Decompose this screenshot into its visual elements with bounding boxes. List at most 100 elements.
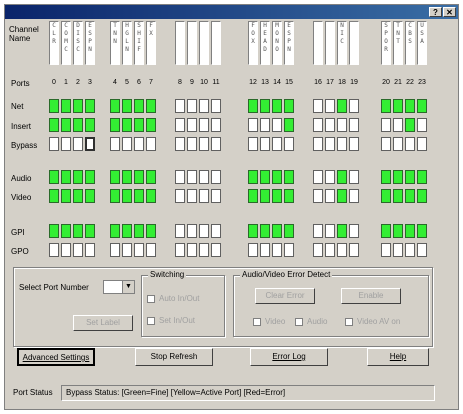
audio-indicator[interactable] bbox=[187, 170, 197, 184]
bypass-indicator[interactable] bbox=[199, 137, 209, 151]
advanced-settings-button[interactable]: Advanced Settings bbox=[17, 348, 95, 366]
gpo-indicator[interactable] bbox=[381, 243, 391, 257]
gpo-indicator[interactable] bbox=[337, 243, 347, 257]
gpi-indicator[interactable] bbox=[61, 224, 71, 238]
insert-indicator[interactable] bbox=[85, 118, 95, 132]
gpi-indicator[interactable] bbox=[122, 224, 132, 238]
gpo-indicator[interactable] bbox=[175, 243, 185, 257]
insert-indicator[interactable] bbox=[325, 118, 335, 132]
video-indicator[interactable] bbox=[260, 189, 270, 203]
audio-indicator[interactable] bbox=[199, 170, 209, 184]
gpo-indicator[interactable] bbox=[405, 243, 415, 257]
net-indicator[interactable] bbox=[211, 99, 221, 113]
net-indicator[interactable] bbox=[405, 99, 415, 113]
insert-indicator[interactable] bbox=[260, 118, 270, 132]
insert-indicator[interactable] bbox=[417, 118, 427, 132]
gpo-indicator[interactable] bbox=[211, 243, 221, 257]
insert-indicator[interactable] bbox=[146, 118, 156, 132]
insert-indicator[interactable] bbox=[337, 118, 347, 132]
audio-indicator[interactable] bbox=[417, 170, 427, 184]
chevron-down-icon[interactable]: ▼ bbox=[122, 281, 134, 293]
gpo-indicator[interactable] bbox=[134, 243, 144, 257]
bypass-indicator[interactable] bbox=[325, 137, 335, 151]
video-indicator[interactable] bbox=[110, 189, 120, 203]
gpi-indicator[interactable] bbox=[417, 224, 427, 238]
net-indicator[interactable] bbox=[199, 99, 209, 113]
audio-indicator[interactable] bbox=[175, 170, 185, 184]
video-indicator[interactable] bbox=[146, 189, 156, 203]
insert-indicator[interactable] bbox=[405, 118, 415, 132]
gpo-indicator[interactable] bbox=[73, 243, 83, 257]
bypass-indicator[interactable] bbox=[122, 137, 132, 151]
bypass-indicator[interactable] bbox=[272, 137, 282, 151]
video-indicator[interactable] bbox=[284, 189, 294, 203]
insert-indicator[interactable] bbox=[284, 118, 294, 132]
audio-indicator[interactable] bbox=[61, 170, 71, 184]
audio-indicator[interactable] bbox=[49, 170, 59, 184]
select-port-dropdown[interactable]: ▼ bbox=[103, 280, 135, 294]
insert-indicator[interactable] bbox=[272, 118, 282, 132]
bypass-indicator[interactable] bbox=[187, 137, 197, 151]
audio-indicator[interactable] bbox=[211, 170, 221, 184]
video-indicator[interactable] bbox=[313, 189, 323, 203]
video-indicator[interactable] bbox=[187, 189, 197, 203]
gpo-indicator[interactable] bbox=[85, 243, 95, 257]
video-indicator[interactable] bbox=[393, 189, 403, 203]
net-indicator[interactable] bbox=[134, 99, 144, 113]
bypass-indicator[interactable] bbox=[337, 137, 347, 151]
net-indicator[interactable] bbox=[349, 99, 359, 113]
video-indicator[interactable] bbox=[417, 189, 427, 203]
net-indicator[interactable] bbox=[146, 99, 156, 113]
gpi-indicator[interactable] bbox=[49, 224, 59, 238]
bypass-indicator[interactable] bbox=[175, 137, 185, 151]
insert-indicator[interactable] bbox=[134, 118, 144, 132]
audio-indicator[interactable] bbox=[248, 170, 258, 184]
audio-checkbox[interactable] bbox=[295, 318, 303, 326]
audio-indicator[interactable] bbox=[260, 170, 270, 184]
net-indicator[interactable] bbox=[175, 99, 185, 113]
net-indicator[interactable] bbox=[49, 99, 59, 113]
net-indicator[interactable] bbox=[284, 99, 294, 113]
switching-auto-checkbox[interactable] bbox=[147, 295, 155, 303]
gpi-indicator[interactable] bbox=[349, 224, 359, 238]
switching-set-checkbox[interactable] bbox=[147, 317, 155, 325]
gpo-indicator[interactable] bbox=[349, 243, 359, 257]
net-indicator[interactable] bbox=[73, 99, 83, 113]
bypass-indicator[interactable] bbox=[85, 137, 95, 151]
audio-indicator[interactable] bbox=[381, 170, 391, 184]
gpo-indicator[interactable] bbox=[49, 243, 59, 257]
net-indicator[interactable] bbox=[325, 99, 335, 113]
net-indicator[interactable] bbox=[313, 99, 323, 113]
gpo-indicator[interactable] bbox=[248, 243, 258, 257]
gpi-indicator[interactable] bbox=[260, 224, 270, 238]
net-indicator[interactable] bbox=[248, 99, 258, 113]
bypass-indicator[interactable] bbox=[146, 137, 156, 151]
bypass-indicator[interactable] bbox=[284, 137, 294, 151]
insert-indicator[interactable] bbox=[187, 118, 197, 132]
insert-indicator[interactable] bbox=[313, 118, 323, 132]
bypass-indicator[interactable] bbox=[49, 137, 59, 151]
gpo-indicator[interactable] bbox=[260, 243, 270, 257]
audio-indicator[interactable] bbox=[122, 170, 132, 184]
insert-indicator[interactable] bbox=[73, 118, 83, 132]
gpo-indicator[interactable] bbox=[313, 243, 323, 257]
net-indicator[interactable] bbox=[393, 99, 403, 113]
video-indicator[interactable] bbox=[405, 189, 415, 203]
net-indicator[interactable] bbox=[272, 99, 282, 113]
gpi-indicator[interactable] bbox=[146, 224, 156, 238]
video-indicator[interactable] bbox=[134, 189, 144, 203]
audio-indicator[interactable] bbox=[85, 170, 95, 184]
insert-indicator[interactable] bbox=[349, 118, 359, 132]
help-button[interactable]: Help bbox=[367, 348, 429, 366]
gpi-indicator[interactable] bbox=[272, 224, 282, 238]
audio-indicator[interactable] bbox=[349, 170, 359, 184]
audio-indicator[interactable] bbox=[73, 170, 83, 184]
video-indicator[interactable] bbox=[61, 189, 71, 203]
insert-indicator[interactable] bbox=[393, 118, 403, 132]
net-indicator[interactable] bbox=[122, 99, 132, 113]
audio-indicator[interactable] bbox=[393, 170, 403, 184]
bypass-indicator[interactable] bbox=[405, 137, 415, 151]
bypass-indicator[interactable] bbox=[393, 137, 403, 151]
insert-indicator[interactable] bbox=[381, 118, 391, 132]
audio-indicator[interactable] bbox=[337, 170, 347, 184]
